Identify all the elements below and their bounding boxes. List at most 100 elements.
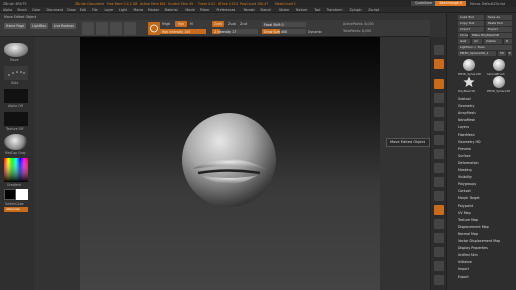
zadd-toggle[interactable]: Zadd (212, 21, 224, 27)
xyz-button[interactable] (434, 163, 444, 173)
tool-menu-morph-target[interactable]: Morph Target (458, 196, 480, 200)
tool-menu-preview[interactable]: Preview (458, 147, 471, 151)
default-zscript-button[interactable]: DefaultZScript (482, 2, 505, 6)
zcut-toggle[interactable]: Zcut (240, 22, 247, 26)
save-as-button[interactable]: Save As (486, 15, 512, 20)
polyf-button[interactable] (434, 233, 444, 243)
solo-button[interactable] (434, 261, 444, 271)
tool-menu-unified-skin[interactable]: Unified Skin (458, 253, 478, 257)
alpha-thumbnail[interactable] (4, 89, 28, 103)
menu-document[interactable]: Document (47, 8, 64, 12)
scroll-button[interactable] (434, 59, 444, 69)
menu-material[interactable]: Material (165, 8, 178, 12)
xpose-button[interactable] (434, 275, 444, 285)
clone-button[interactable]: Clone (458, 33, 468, 38)
document-canvas[interactable] (80, 37, 380, 290)
draw-button[interactable] (96, 22, 108, 35)
menu-draw[interactable]: Draw (67, 8, 75, 12)
tool-menu-deformation[interactable]: Deformation (458, 161, 479, 165)
tool-thumb-sphere-2[interactable] (493, 76, 505, 88)
menu-alpha[interactable]: Alpha (3, 8, 12, 12)
menu-preferences[interactable]: Preferences (217, 8, 236, 12)
sculpt-viewport[interactable] (80, 37, 380, 290)
lsym-button[interactable] (434, 149, 444, 159)
tool-menu-surface[interactable]: Surface (458, 154, 471, 158)
tool-menu-layers[interactable]: Layers (458, 125, 469, 129)
texture-thumbnail[interactable] (4, 112, 28, 126)
menu-stencil[interactable]: Stencil (260, 8, 271, 12)
menu-color[interactable]: Color (32, 8, 40, 12)
m-toggle[interactable]: M (190, 22, 193, 26)
goz-all-button[interactable]: All (472, 39, 482, 44)
menu-texture[interactable]: Texture (296, 8, 308, 12)
move-view-button[interactable] (434, 191, 444, 201)
local-button[interactable] (434, 135, 444, 145)
goz-visible-button[interactable]: Visible (484, 39, 502, 44)
tool-menu-uv-map[interactable]: UV Map (458, 211, 471, 215)
tool-menu-arraymesh[interactable]: ArrayMesh (458, 111, 476, 115)
color-picker-icon[interactable] (4, 158, 28, 182)
tool-menu-contact[interactable]: Contact (458, 189, 471, 193)
tool-menu-nanomesh[interactable]: NanoMesh (458, 118, 475, 122)
tool-menu-texture-map[interactable]: Texture Map (458, 218, 478, 222)
z-intensity-slider[interactable]: Z Intensity 17 (212, 29, 258, 34)
focal-shift-slider[interactable]: Focal Shift 0 (262, 22, 306, 27)
current-tool-name[interactable]: PM3D_Sphere3D_1 (458, 51, 496, 56)
menu-zplugin[interactable]: Zplugin (350, 8, 362, 12)
rotate-button[interactable] (148, 22, 160, 35)
goz-button[interactable]: GoZ (458, 39, 470, 44)
tool-menu-vector-displacement-map[interactable]: Vector Displacement Map (458, 239, 500, 243)
primary-color-swatch[interactable] (4, 189, 16, 200)
tool-menu-geometry-hd[interactable]: Geometry HD (458, 140, 481, 144)
move-button[interactable] (110, 22, 122, 35)
actual-button[interactable] (434, 93, 444, 103)
menu-stroke[interactable]: Stroke (279, 8, 289, 12)
tool-menu-initialize[interactable]: Initialize (458, 260, 472, 264)
goz-r-button[interactable]: R (504, 39, 512, 44)
stroke-thumbnail[interactable] (4, 66, 28, 80)
persp-button[interactable] (434, 107, 444, 117)
lightbox-button[interactable]: LightBox (30, 23, 48, 29)
tool-menu-normal-map[interactable]: Normal Map (458, 232, 478, 236)
tool-menu-fibermesh[interactable]: FiberMesh (458, 133, 475, 137)
floor-button[interactable] (434, 121, 444, 131)
tool-menu-visibility[interactable]: Visibility (458, 175, 472, 179)
load-tool-button[interactable]: Load Tool (458, 15, 484, 20)
tool-thumb-simplebrush[interactable] (493, 59, 505, 71)
tool-menu-display-properties[interactable]: Display Properties (458, 246, 488, 250)
tool-menu-polypaint[interactable]: Polypaint (458, 204, 473, 208)
polymesh-star-icon[interactable] (463, 76, 475, 88)
tool-menu-masking[interactable]: Masking (458, 168, 472, 172)
copy-tool-button[interactable]: Copy Tool (458, 21, 484, 26)
mrgb-toggle[interactable]: Mrgb (162, 22, 170, 26)
tool-menu-subtool[interactable]: Subtool (458, 97, 471, 101)
brush-thumbnail[interactable] (4, 43, 28, 57)
see-through-slider[interactable]: See-through 0 (435, 1, 466, 6)
menu-macro[interactable]: Macro (134, 8, 144, 12)
scale-button[interactable] (124, 22, 136, 35)
dynamic-toggle[interactable]: Dynamic (308, 30, 322, 34)
menu-light[interactable]: Light (119, 8, 127, 12)
tool-r-button[interactable]: R (508, 51, 512, 56)
edit-button[interactable] (82, 22, 94, 35)
material-thumbnail[interactable] (4, 134, 28, 150)
lightbox-tools-button[interactable]: Lightbox > Tools (458, 45, 512, 50)
import-button[interactable]: Import (458, 27, 484, 32)
tool-thumb-sphere[interactable] (463, 59, 475, 71)
tool-menu-polygroups[interactable]: Polygroups (458, 182, 476, 186)
menu-tool[interactable]: Tool (314, 8, 320, 12)
alternate-button[interactable]: Alternate (4, 207, 28, 212)
transp-button[interactable] (434, 247, 444, 257)
menu-brush[interactable]: Brush (18, 8, 27, 12)
sphere-mesh[interactable] (182, 113, 276, 207)
make-polymesh-button[interactable]: Make PolyMesh3D (470, 33, 512, 38)
zsub-toggle[interactable]: Zsub (228, 22, 236, 26)
live-boolean-button[interactable]: Live Boolean (52, 23, 76, 29)
secondary-color-swatch[interactable] (16, 189, 28, 200)
tool-menu-import[interactable]: Import (458, 267, 469, 271)
menu-movie[interactable]: Movie (185, 8, 194, 12)
scale-view-button[interactable] (434, 205, 444, 215)
menus-button[interactable]: Menus (470, 2, 480, 6)
rgb-toggle[interactable]: Rgb (175, 21, 187, 27)
rotate-view-button[interactable] (434, 219, 444, 229)
